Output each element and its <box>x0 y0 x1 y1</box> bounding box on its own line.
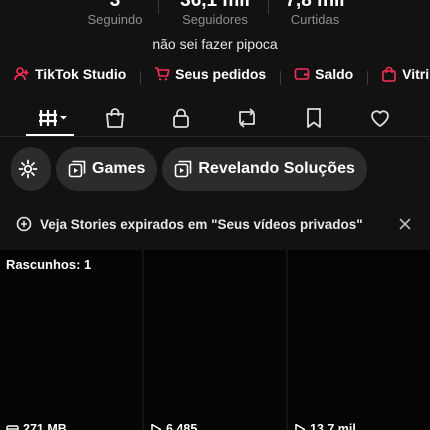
play-icon <box>295 423 306 430</box>
tab-liked[interactable] <box>367 105 393 131</box>
view-count: 13,7 mil <box>310 422 356 430</box>
drafts-label: Rascunhos: 1 <box>6 257 92 272</box>
tab-reposts[interactable] <box>234 105 260 131</box>
close-icon <box>399 218 411 230</box>
drafts-size: 271 MB <box>23 422 67 430</box>
likes-label: Curtidas <box>290 12 340 27</box>
profile-links: TikTok Studio Seus pedidos Saldo Vitrine <box>14 66 430 86</box>
following-label: Seguindo <box>87 12 143 27</box>
revelando-chip[interactable]: Revelando Soluções <box>162 147 367 191</box>
orders-label: Seus pedidos <box>175 66 267 82</box>
link-divider <box>139 70 141 85</box>
showcase-link[interactable]: Vitrine <box>381 66 430 82</box>
content-tabs <box>0 101 430 137</box>
playlist-icon <box>68 160 86 178</box>
followers-label: Seguidores <box>182 12 248 27</box>
view-count: 6.485 <box>166 422 198 430</box>
tab-favorites[interactable] <box>301 105 327 131</box>
showcase-label: Vitrine <box>402 66 430 82</box>
tiktok-studio-label: TikTok Studio <box>35 66 127 82</box>
wallet-icon <box>294 68 310 80</box>
person-plus-icon <box>14 67 29 81</box>
video-grid: Rascunhos: 1 271 MB 6.485 13,7 mil <box>0 250 430 430</box>
storage-icon <box>6 424 19 430</box>
tile-footer: 13,7 mil <box>294 422 356 430</box>
games-chip[interactable]: Games <box>56 147 158 191</box>
repost-icon <box>239 108 255 128</box>
tiktok-studio-link[interactable]: TikTok Studio <box>14 66 126 82</box>
heart-icon <box>371 110 389 127</box>
add-circle-icon <box>16 216 32 232</box>
videos-grid-icon <box>39 110 67 126</box>
link-divider <box>279 70 281 85</box>
followers-count: 36,1 mil <box>180 0 250 11</box>
tab-private[interactable] <box>168 105 194 131</box>
bag-icon <box>106 108 124 128</box>
playlist-icon <box>175 160 192 178</box>
stat-divider <box>158 0 159 14</box>
tile-footer: 271 MB <box>6 422 67 430</box>
active-tab-indicator <box>26 134 74 136</box>
tab-shop[interactable] <box>102 105 128 131</box>
link-divider <box>366 70 368 85</box>
balance-label: Saldo <box>315 66 354 82</box>
profile-bio: não sei fazer pipoca <box>152 36 278 52</box>
balance-link[interactable]: Saldo <box>294 66 353 82</box>
following-count: 3 <box>109 0 121 11</box>
close-notice-button[interactable] <box>396 215 414 233</box>
likes-stat[interactable]: 7,8 mil Curtidas <box>260 0 370 28</box>
shopping-bag-icon <box>382 66 396 82</box>
games-label: Games <box>92 160 146 177</box>
tab-videos[interactable] <box>36 105 70 131</box>
collections-chips: Games Revelando Soluções <box>11 147 367 191</box>
gear-icon <box>18 159 38 179</box>
following-stat[interactable]: 3 Seguindo <box>60 0 170 28</box>
followers-stat[interactable]: 36,1 mil Seguidores <box>160 0 270 28</box>
lock-icon <box>173 108 189 128</box>
bookmark-icon <box>307 108 321 128</box>
settings-chip[interactable] <box>11 147 51 191</box>
tile-footer: 6.485 <box>150 422 197 430</box>
likes-count: 7,8 mil <box>285 0 345 11</box>
drafts-tile[interactable]: Rascunhos: 1 271 MB <box>0 250 142 430</box>
stories-notice[interactable]: Veja Stories expirados em "Seus vídeos p… <box>0 204 430 244</box>
revelando-label: Revelando Soluções <box>198 160 355 177</box>
video-tile[interactable]: 13,7 mil <box>288 250 430 430</box>
video-tile[interactable]: 6.485 <box>144 250 286 430</box>
play-icon <box>151 423 162 430</box>
profile-stats: 3 Seguindo 36,1 mil Seguidores 7,8 mil C… <box>0 0 430 28</box>
cart-icon <box>155 67 170 81</box>
orders-link[interactable]: Seus pedidos <box>154 66 266 82</box>
notice-text: Veja Stories expirados em "Seus vídeos p… <box>40 216 363 232</box>
